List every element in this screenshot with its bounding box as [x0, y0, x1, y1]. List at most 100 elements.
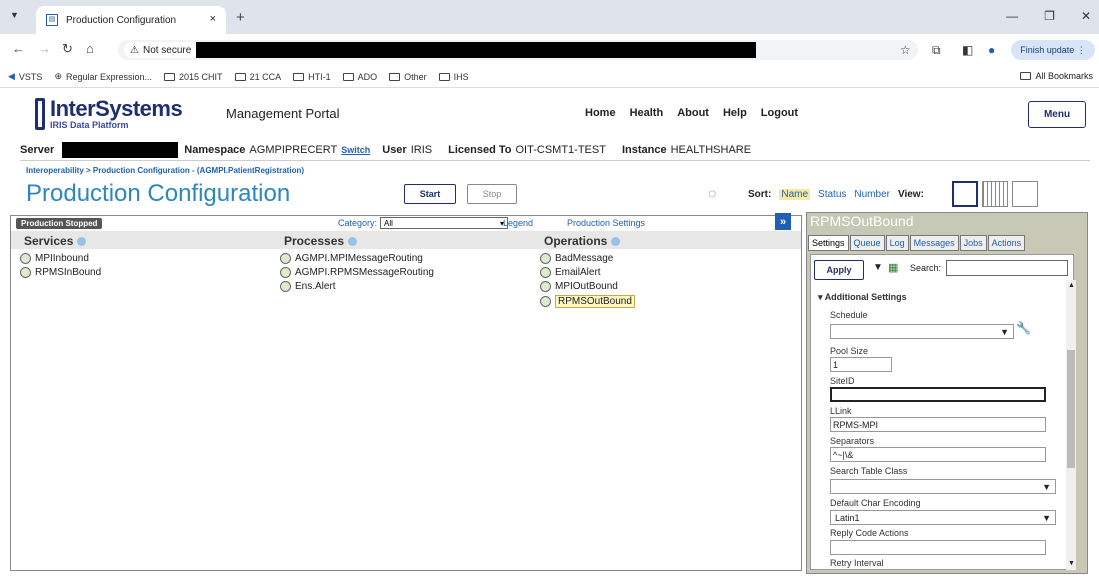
security-indicator[interactable]: ⚠ Not secure — [124, 42, 198, 58]
namespace-label: Namespace — [184, 144, 246, 156]
scrollbar-thumb[interactable] — [1067, 350, 1075, 468]
separators-input[interactable]: ^~|\& — [830, 447, 1046, 462]
bookmark-vsts[interactable]: ◀ VSTS — [8, 71, 42, 82]
expand-panel-button[interactable]: » — [775, 213, 791, 230]
sort-by-name[interactable]: Name — [779, 189, 811, 200]
scroll-up-icon[interactable]: ▲ — [1068, 282, 1075, 289]
tab-messages[interactable]: Messages — [909, 235, 959, 251]
category-select[interactable]: All ▾ — [380, 217, 509, 229]
legend-link[interactable]: Legend — [503, 218, 533, 228]
column-view-icon[interactable] — [1012, 181, 1038, 207]
tab-close-icon[interactable]: × — [210, 13, 216, 25]
close-window-icon[interactable]: ✕ — [1081, 9, 1091, 23]
add-operation-icon[interactable] — [611, 236, 621, 246]
search-input[interactable] — [946, 260, 1068, 276]
char-encoding-select[interactable]: Latin1 ▼ — [830, 510, 1056, 525]
sidepanel-icon[interactable]: ◧ — [962, 43, 973, 57]
nav-logout[interactable]: Logout — [761, 107, 798, 119]
page-title: Production Configuration — [26, 180, 291, 207]
tab-jobs[interactable]: Jobs — [959, 235, 987, 251]
process-item[interactable]: AGMPI.MPIMessageRouting — [280, 253, 423, 264]
item-label: BadMessage — [555, 253, 614, 264]
new-tab-button[interactable]: + — [236, 9, 245, 26]
apply-button[interactable]: Apply — [814, 260, 864, 280]
scroll-down-icon[interactable]: ▼ — [1068, 560, 1075, 567]
nav-home[interactable]: Home — [585, 107, 616, 119]
restore-icon[interactable]: ❐ — [1044, 9, 1055, 23]
schedule-select[interactable]: ▼ — [830, 324, 1014, 339]
bookmark-2015-chit[interactable]: 2015 CHIT — [164, 72, 223, 82]
schedule-edit-icon[interactable]: 🔧 — [1016, 321, 1031, 335]
back-icon[interactable]: ← — [12, 41, 25, 56]
item-label: AGMPI.MPIMessageRouting — [295, 253, 423, 264]
operation-item[interactable]: BadMessage — [540, 253, 613, 264]
menu-button[interactable]: Menu — [1028, 101, 1086, 128]
nav-about[interactable]: About — [677, 107, 709, 119]
production-settings-link[interactable]: Production Settings — [567, 218, 645, 228]
profile-icon[interactable]: ● — [988, 43, 995, 57]
tab-queue[interactable]: Queue — [849, 235, 885, 251]
all-bookmarks[interactable]: All Bookmarks — [1020, 71, 1093, 81]
bookmark-regex[interactable]: ⊕ Regular Expression... — [54, 71, 152, 82]
filter-arrow-icon[interactable]: ▼ — [873, 262, 883, 273]
start-button[interactable]: Start — [404, 184, 456, 204]
breadcrumb[interactable]: Interoperability > Production Configurat… — [26, 166, 304, 175]
operation-item[interactable]: EmailAlert — [540, 267, 601, 278]
browser-tab[interactable]: ▤ Production Configuration × — [36, 6, 226, 34]
wizard-icon[interactable]: ▦ — [888, 261, 898, 274]
reload-icon[interactable]: ↻ — [62, 41, 73, 57]
process-item[interactable]: Ens.Alert — [280, 281, 336, 292]
reply-code-input[interactable] — [830, 540, 1046, 555]
bookmark-21-cca[interactable]: 21 CCA — [234, 72, 281, 82]
bookmark-hti-1[interactable]: HTI-1 — [293, 72, 331, 82]
bookmark-star-icon[interactable]: ☆ — [900, 43, 911, 57]
process-item[interactable]: AGMPI.RPMSMessageRouting — [280, 267, 434, 278]
forward-icon[interactable]: → — [38, 41, 51, 56]
grid-view-icon[interactable] — [982, 181, 1008, 207]
pool-size-input[interactable]: 1 — [830, 357, 892, 372]
llink-input[interactable]: RPMS-MPI — [830, 417, 1046, 432]
category-label: Category: — [338, 218, 378, 228]
additional-settings-header[interactable]: ▾ Additional Settings — [818, 292, 907, 303]
chevron-down-icon: ▼ — [1042, 481, 1051, 492]
bookmark-ado[interactable]: ADO — [342, 72, 377, 82]
site-id-input[interactable] — [830, 387, 1046, 402]
nav-help[interactable]: Help — [723, 107, 747, 119]
chevron-down-icon: ▼ — [1042, 512, 1051, 523]
nav-health[interactable]: Health — [630, 107, 664, 119]
tab-actions[interactable]: Actions — [987, 235, 1026, 251]
sort-by-status[interactable]: Status — [818, 189, 846, 200]
home-icon[interactable]: ⌂ — [86, 41, 94, 56]
stop-button[interactable]: Stop — [467, 184, 517, 204]
add-service-icon[interactable] — [77, 236, 87, 246]
service-item[interactable]: MPIInbound — [20, 253, 89, 264]
operation-item[interactable]: MPIOutBound — [540, 281, 618, 292]
bookmark-other[interactable]: Other — [389, 72, 427, 82]
processes-header[interactable]: Processes — [284, 234, 358, 248]
reply-code-label: Reply Code Actions — [830, 528, 909, 538]
item-label: RPMSInBound — [35, 267, 102, 278]
tab-search-icon[interactable]: ▼ — [10, 10, 19, 20]
globe-icon: ⊕ — [54, 71, 62, 81]
refresh-icon[interactable]: ◌ — [708, 185, 716, 201]
service-item[interactable]: RPMSInBound — [20, 267, 101, 278]
extensions-icon[interactable]: ⧉ — [932, 43, 941, 58]
tab-settings[interactable]: Settings — [808, 235, 849, 251]
item-label: MPIOutBound — [555, 281, 618, 292]
licensed-label: Licensed To — [448, 144, 512, 156]
window-controls: — ❐ ✕ — [1006, 9, 1091, 23]
search-table-select[interactable]: ▼ — [830, 479, 1056, 494]
sort-by-number[interactable]: Number — [854, 189, 890, 200]
operation-item-selected[interactable]: RPMSOutBound — [540, 295, 635, 308]
list-view-icon[interactable] — [952, 181, 978, 207]
minimize-icon[interactable]: — — [1006, 9, 1018, 23]
status-dot-icon — [20, 253, 31, 264]
add-process-icon[interactable] — [348, 236, 358, 246]
finish-update-button[interactable]: Finish update ⋮ — [1011, 40, 1095, 60]
services-header[interactable]: Services — [24, 234, 87, 248]
operations-header[interactable]: Operations — [544, 234, 621, 248]
tab-log[interactable]: Log — [885, 235, 909, 251]
redacted-url — [196, 42, 756, 58]
switch-namespace-link[interactable]: Switch — [341, 145, 370, 155]
bookmark-ihs[interactable]: IHS — [438, 72, 469, 82]
